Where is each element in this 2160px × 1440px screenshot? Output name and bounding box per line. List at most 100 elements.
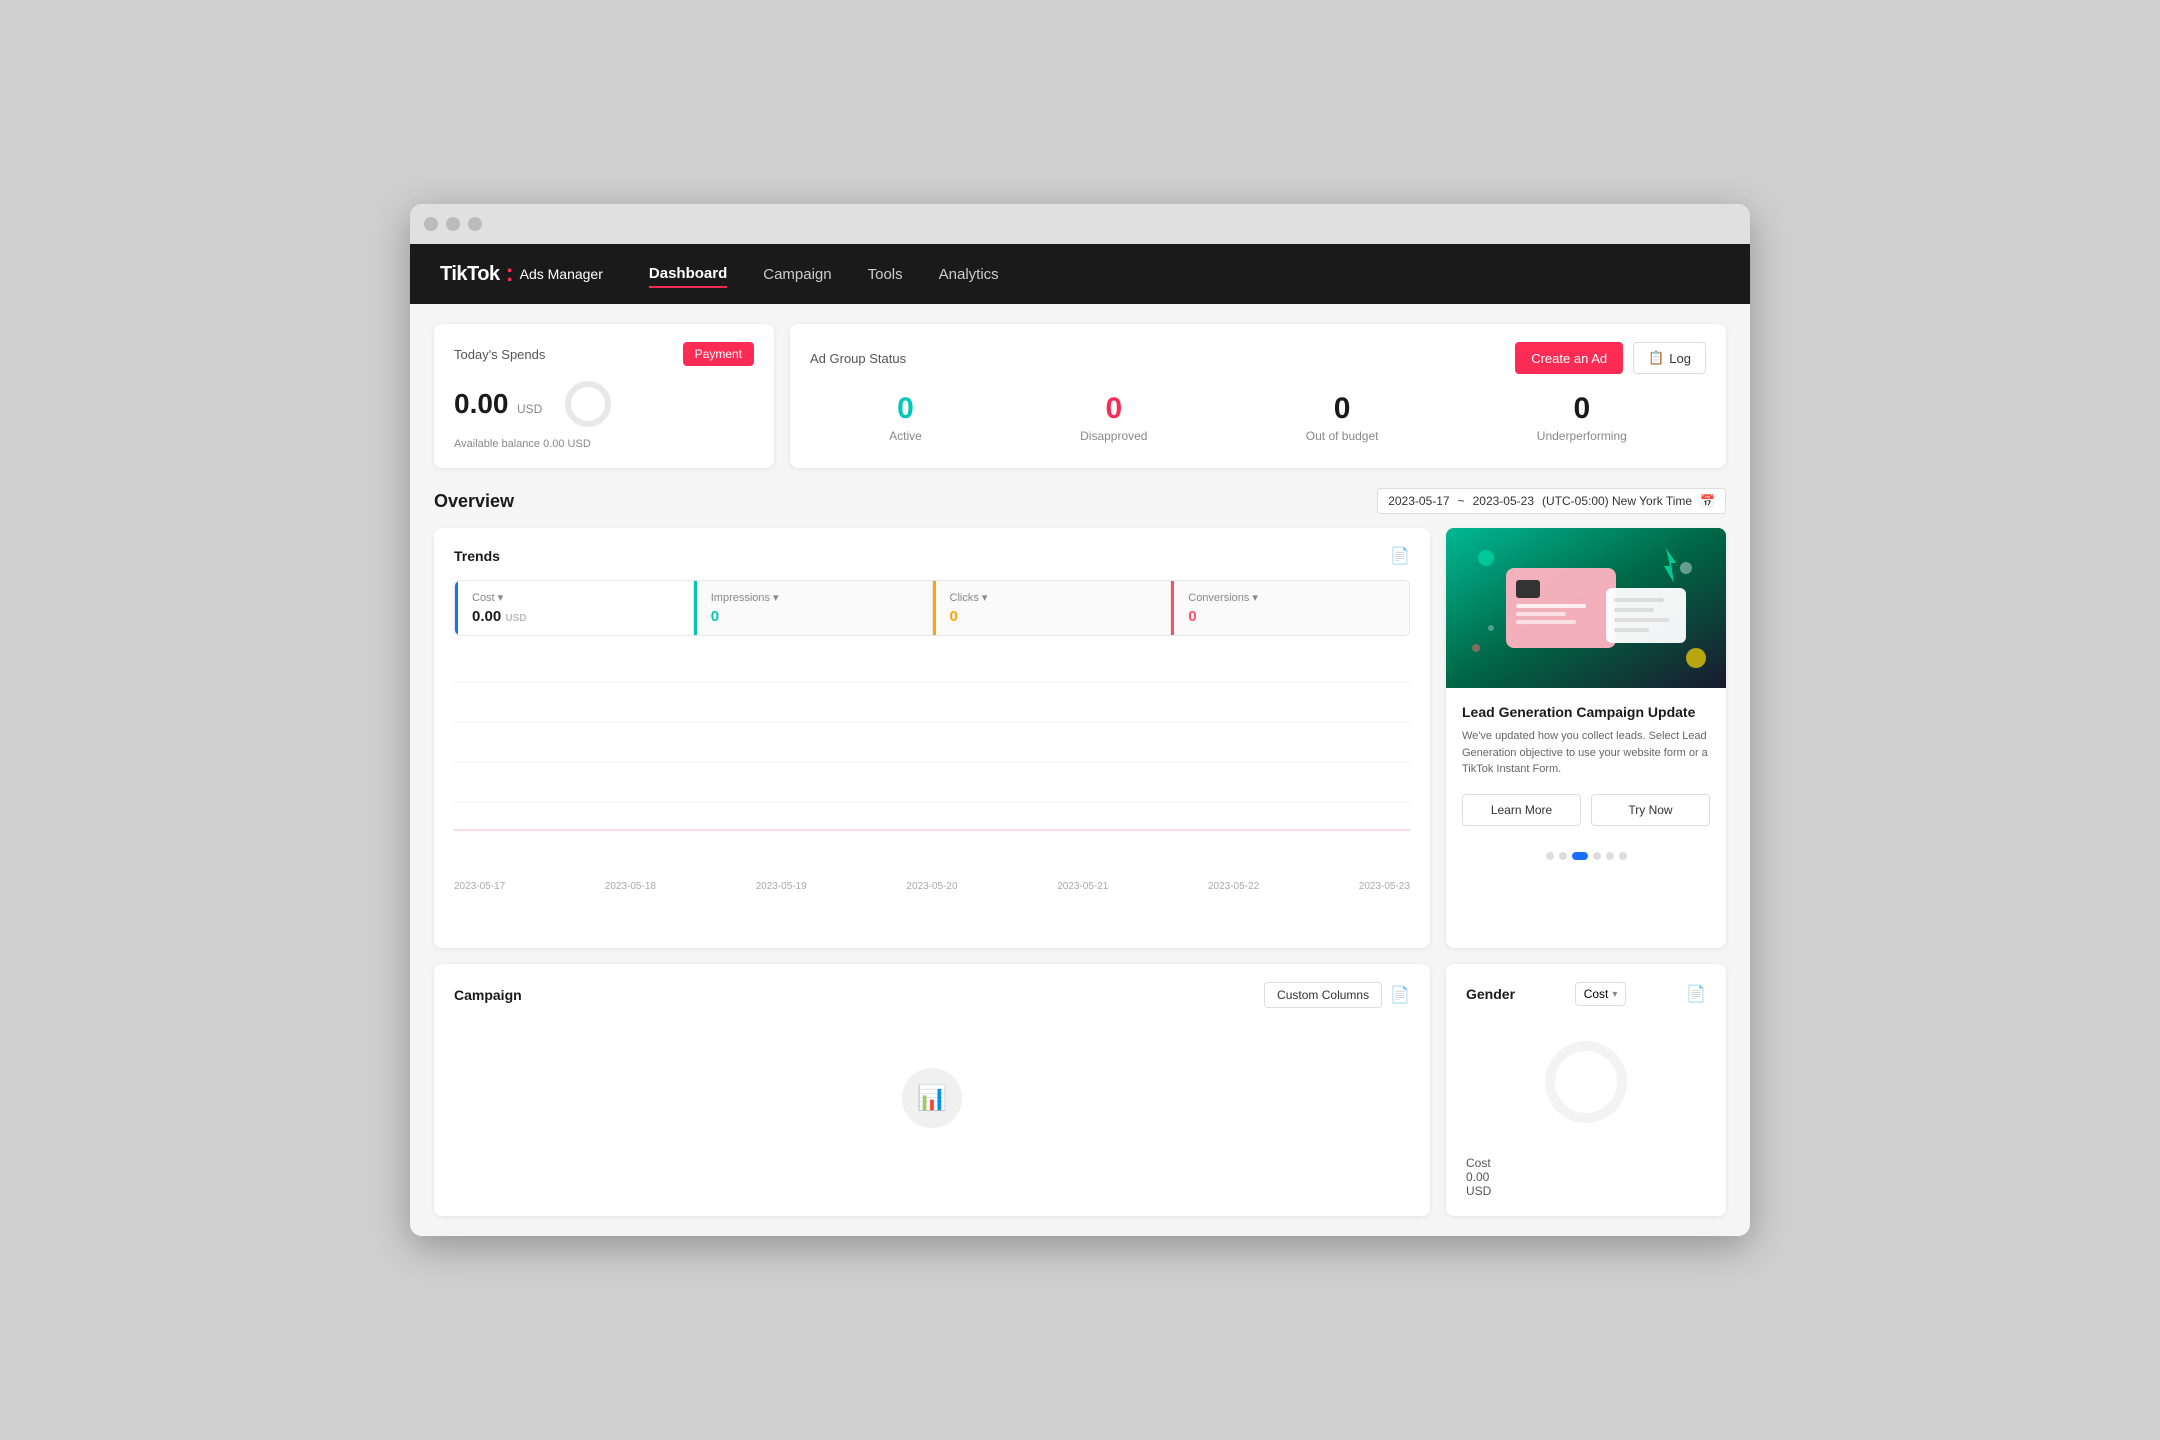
- overview-section-header: Overview 2023-05-17 ~ 2023-05-23 (UTC-05…: [434, 488, 1726, 514]
- spends-title: Today's Spends: [454, 347, 545, 362]
- status-underperforming: 0 Underperforming: [1537, 392, 1627, 443]
- campaign-empty-state: 📊: [454, 1048, 1410, 1148]
- maximize-btn[interactable]: [468, 217, 482, 231]
- campaign-download-icon[interactable]: 📄: [1390, 985, 1410, 1005]
- metric-cost-value: 0.00 USD: [472, 608, 679, 625]
- bottom-row: Campaign Custom Columns 📄 📊 Gender Cost: [434, 964, 1726, 1216]
- promo-dot-3[interactable]: [1572, 852, 1588, 860]
- promo-body: Lead Generation Campaign Update We've up…: [1446, 688, 1726, 842]
- minimize-btn[interactable]: [446, 217, 460, 231]
- metric-clicks-label: Clicks ▾: [950, 591, 1157, 604]
- close-btn[interactable]: [424, 217, 438, 231]
- spends-body: 0.00 USD: [454, 378, 754, 430]
- xaxis-label-5: 2023-05-22: [1208, 881, 1259, 892]
- promo-dot-6[interactable]: [1619, 852, 1627, 860]
- trend-chart: [454, 652, 1410, 862]
- date-end: 2023-05-23: [1473, 494, 1534, 508]
- chevron-down-icon[interactable]: ▾: [498, 591, 504, 604]
- metric-impressions-label: Impressions ▾: [711, 591, 918, 604]
- download-icon[interactable]: 📄: [1390, 546, 1410, 566]
- log-button[interactable]: 📋 Log: [1633, 342, 1706, 374]
- gender-cost-dropdown[interactable]: Cost ▾: [1575, 982, 1627, 1006]
- custom-columns-button[interactable]: Custom Columns: [1264, 982, 1382, 1008]
- trends-title: Trends: [454, 548, 500, 564]
- xaxis-label-4: 2023-05-21: [1057, 881, 1108, 892]
- chevron-down-icon[interactable]: ▾: [773, 591, 779, 604]
- status-active-label: Active: [889, 429, 922, 443]
- status-out-of-budget-value: 0: [1306, 392, 1379, 425]
- spends-balance: Available balance 0.00 USD: [454, 438, 754, 450]
- promo-image: [1446, 528, 1726, 688]
- campaign-header: Campaign Custom Columns 📄: [454, 982, 1410, 1008]
- try-now-button[interactable]: Try Now: [1591, 794, 1710, 826]
- spends-card: Today's Spends Payment 0.00 USD Availabl…: [434, 324, 774, 468]
- promo-dots: [1446, 842, 1726, 874]
- status-out-of-budget: 0 Out of budget: [1306, 392, 1379, 443]
- payment-button[interactable]: Payment: [683, 342, 754, 366]
- gender-download-icon[interactable]: 📄: [1686, 984, 1706, 1004]
- create-ad-button[interactable]: Create an Ad: [1515, 342, 1623, 374]
- trends-card: Trends 📄 Cost ▾ 0.00 USD: [434, 528, 1430, 948]
- logo-dot: :: [506, 260, 514, 288]
- nav-campaign[interactable]: Campaign: [763, 262, 831, 287]
- metric-clicks: Clicks ▾ 0: [933, 581, 1172, 635]
- metric-conversions: Conversions ▾ 0: [1171, 581, 1409, 635]
- promo-buttons: Learn More Try Now: [1462, 794, 1710, 826]
- metric-conversions-value: 0: [1188, 608, 1395, 625]
- promo-card: Lead Generation Campaign Update We've up…: [1446, 528, 1726, 948]
- cost-amount: 0.00: [1466, 1170, 1706, 1184]
- campaign-title: Campaign: [454, 987, 522, 1003]
- xaxis-label-6: 2023-05-23: [1359, 881, 1410, 892]
- status-disapproved-value: 0: [1080, 392, 1147, 425]
- cost-currency: USD: [1466, 1184, 1706, 1198]
- nav-analytics[interactable]: Analytics: [939, 262, 999, 287]
- trends-header: Trends 📄: [454, 546, 1410, 566]
- chart-area: 2023-05-17 2023-05-18 2023-05-19 2023-05…: [454, 652, 1410, 892]
- ad-group-title: Ad Group Status: [810, 351, 906, 366]
- metric-cost: Cost ▾ 0.00 USD: [455, 581, 694, 635]
- nav-tools[interactable]: Tools: [868, 262, 903, 287]
- gender-donut-chart: [1536, 1032, 1636, 1132]
- timezone-label: (UTC-05:00) New York Time: [1542, 494, 1692, 508]
- logo-sub: Ads Manager: [520, 266, 603, 282]
- promo-title: Lead Generation Campaign Update: [1462, 704, 1710, 720]
- promo-dot-2[interactable]: [1559, 852, 1567, 860]
- ad-group-card: Ad Group Status Create an Ad 📋 Log 0 Act…: [790, 324, 1726, 468]
- status-active-value: 0: [889, 392, 922, 425]
- spends-donut-chart: [562, 378, 614, 430]
- main-content: Today's Spends Payment 0.00 USD Availabl…: [410, 304, 1750, 1236]
- xaxis-label-0: 2023-05-17: [454, 881, 505, 892]
- chevron-down-icon[interactable]: ▾: [982, 591, 988, 604]
- app-window: TikTok: Ads Manager Dashboard Campaign T…: [410, 204, 1750, 1236]
- date-start: 2023-05-17: [1388, 494, 1449, 508]
- learn-more-button[interactable]: Learn More: [1462, 794, 1581, 826]
- promo-dot-5[interactable]: [1606, 852, 1614, 860]
- status-active: 0 Active: [889, 392, 922, 443]
- promo-dot-4[interactable]: [1593, 852, 1601, 860]
- metric-impressions: Impressions ▾ 0: [694, 581, 933, 635]
- log-icon: 📋: [1648, 350, 1664, 366]
- xaxis-label-3: 2023-05-20: [906, 881, 957, 892]
- content-row: Trends 📄 Cost ▾ 0.00 USD: [434, 528, 1726, 948]
- overview-title: Overview: [434, 491, 514, 512]
- promo-dot-1[interactable]: [1546, 852, 1554, 860]
- date-picker[interactable]: 2023-05-17 ~ 2023-05-23 (UTC-05:00) New …: [1377, 488, 1726, 514]
- top-right-buttons: Create an Ad 📋 Log: [1515, 342, 1706, 374]
- status-disapproved: 0 Disapproved: [1080, 392, 1147, 443]
- cost-legend: Cost 0.00 USD: [1466, 1156, 1706, 1198]
- date-separator: ~: [1458, 494, 1465, 508]
- calendar-icon: 📅: [1700, 494, 1715, 508]
- logo: TikTok: Ads Manager: [440, 260, 603, 288]
- status-disapproved-label: Disapproved: [1080, 429, 1147, 443]
- spends-currency: USD: [517, 402, 542, 416]
- metrics-row: Cost ▾ 0.00 USD Impressions ▾ 0: [454, 580, 1410, 636]
- nav-dashboard[interactable]: Dashboard: [649, 261, 727, 288]
- gender-donut-area: [1466, 1016, 1706, 1148]
- ad-group-header: Ad Group Status Create an Ad 📋 Log: [810, 342, 1706, 374]
- metric-cost-label: Cost ▾: [472, 591, 679, 604]
- cost-label: Cost: [1466, 1156, 1706, 1170]
- promo-description: We've updated how you collect leads. Sel…: [1462, 728, 1710, 778]
- chevron-down-icon[interactable]: ▾: [1252, 591, 1258, 604]
- gender-header: Gender Cost ▾ 📄: [1466, 982, 1706, 1006]
- spends-amount-container: 0.00 USD: [454, 388, 542, 420]
